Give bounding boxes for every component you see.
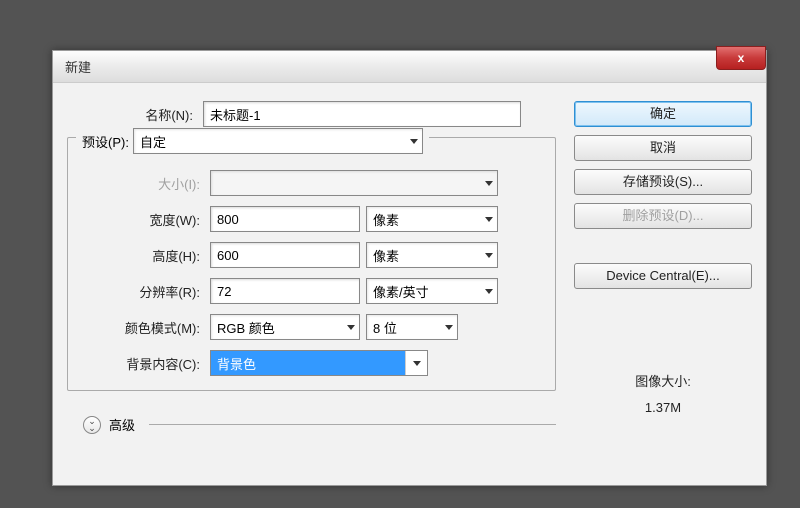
image-size-value: 1.37M	[574, 395, 752, 421]
resolution-unit-select[interactable]: 像素/英寸	[366, 278, 498, 304]
color-depth-value: 8 位	[373, 318, 397, 337]
height-label: 高度(H):	[74, 246, 204, 265]
chevron-down-icon	[413, 361, 421, 366]
name-input[interactable]	[203, 101, 521, 127]
close-button[interactable]: x	[716, 46, 766, 70]
resolution-input[interactable]	[210, 278, 360, 304]
resolution-unit-value: 像素/英寸	[373, 282, 429, 301]
new-document-dialog: 新建 x 名称(N): 预设(P): 自定	[52, 50, 767, 486]
ok-button[interactable]: 确定	[574, 101, 752, 127]
width-unit-value: 像素	[373, 210, 399, 229]
name-label: 名称(N):	[67, 105, 197, 124]
titlebar: 新建 x	[53, 51, 766, 83]
background-value: 背景色	[217, 354, 256, 373]
width-label: 宽度(W):	[74, 210, 204, 229]
chevron-down-icon	[445, 325, 453, 330]
close-icon: x	[738, 51, 745, 65]
size-label: 大小(I):	[74, 174, 204, 193]
chevron-down-icon	[410, 139, 418, 144]
cancel-button[interactable]: 取消	[574, 135, 752, 161]
chevron-down-icon	[485, 181, 493, 186]
color-mode-value: RGB 颜色	[217, 318, 275, 337]
width-unit-select[interactable]: 像素	[366, 206, 498, 232]
color-mode-select[interactable]: RGB 颜色	[210, 314, 360, 340]
color-mode-label: 颜色模式(M):	[74, 318, 204, 337]
advanced-label: 高级	[109, 415, 135, 434]
preset-select[interactable]: 自定	[133, 128, 423, 154]
background-label: 背景内容(C):	[74, 354, 204, 373]
size-select	[210, 170, 498, 196]
resolution-label: 分辨率(R):	[74, 282, 204, 301]
chevron-down-icon	[347, 325, 355, 330]
dialog-title: 新建	[65, 57, 91, 76]
image-size-label: 图像大小:	[574, 369, 752, 395]
width-input[interactable]	[210, 206, 360, 232]
image-size-info: 图像大小: 1.37M	[574, 369, 752, 421]
preset-fieldset: 预设(P): 自定 大小(I):	[67, 137, 556, 391]
preset-value: 自定	[140, 132, 166, 151]
chevron-down-icon	[485, 289, 493, 294]
background-select[interactable]: 背景色	[210, 350, 428, 376]
chevron-down-icon	[485, 217, 493, 222]
divider	[149, 424, 556, 425]
device-central-button[interactable]: Device Central(E)...	[574, 263, 752, 289]
double-chevron-down-icon: ⌄⌄	[88, 418, 96, 432]
delete-preset-button: 删除预设(D)...	[574, 203, 752, 229]
save-preset-button[interactable]: 存储预设(S)...	[574, 169, 752, 195]
advanced-toggle[interactable]: ⌄⌄	[83, 416, 101, 434]
height-input[interactable]	[210, 242, 360, 268]
height-unit-select[interactable]: 像素	[366, 242, 498, 268]
height-unit-value: 像素	[373, 246, 399, 265]
color-depth-select[interactable]: 8 位	[366, 314, 458, 340]
chevron-down-icon	[485, 253, 493, 258]
preset-label: 预设(P):	[82, 132, 129, 151]
